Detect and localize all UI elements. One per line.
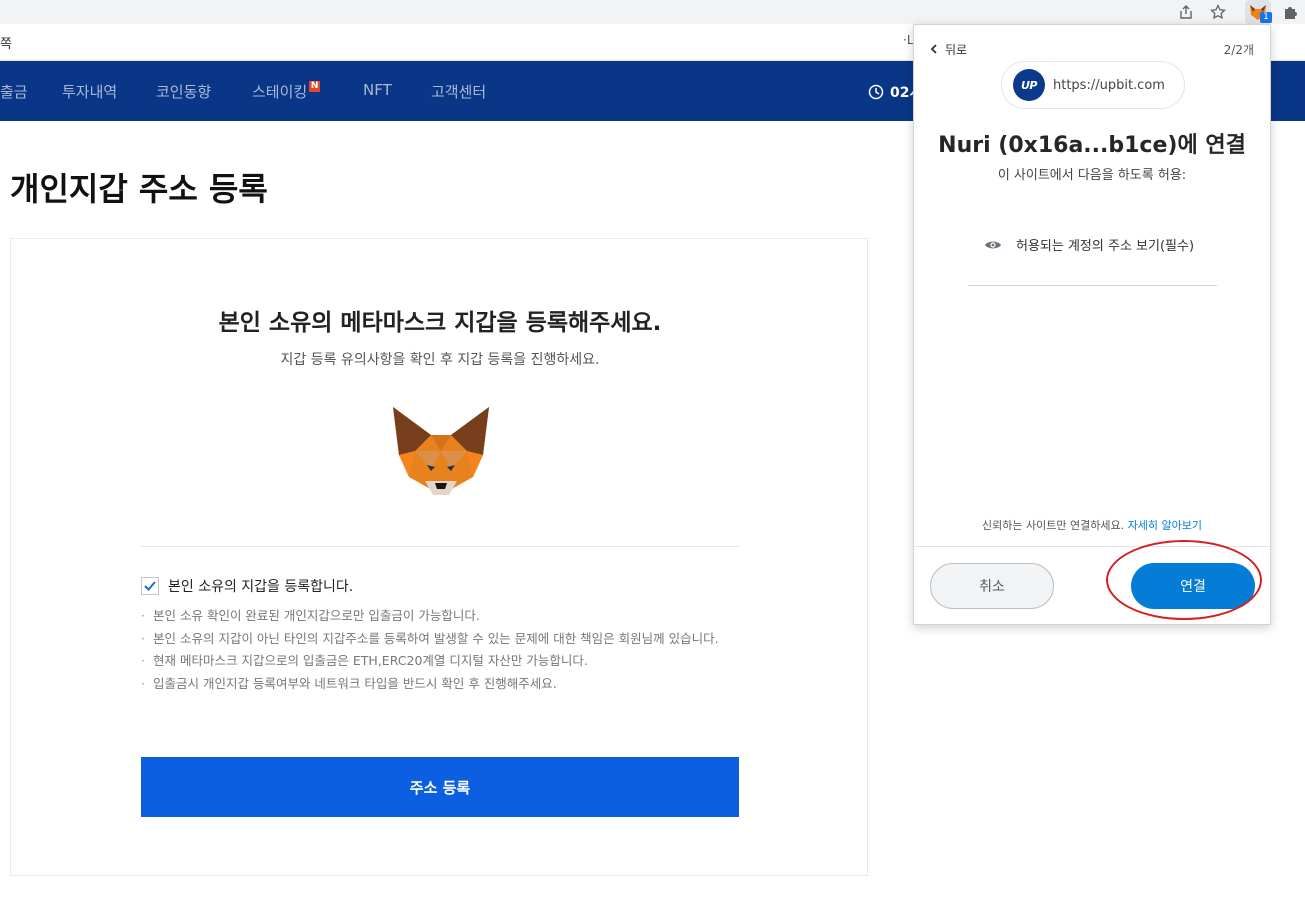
nav-item-staking[interactable]: 스테이킹 N xyxy=(252,81,321,102)
puzzle-icon[interactable] xyxy=(1280,2,1300,22)
back-label: 뒤로 xyxy=(945,43,968,57)
notice-list: 본인 소유 확인이 완료된 개인지갑으로만 입출금이 가능합니다. 본인 소유의… xyxy=(141,605,741,695)
trust-note: 신뢰하는 사이트만 연결하세요. 자세히 알아보기 xyxy=(914,517,1270,533)
checkmark-icon xyxy=(144,581,156,591)
metamask-connect-popup: 뒤로 2/2개 UP https://upbit.com Nuri (0x16a… xyxy=(913,24,1271,625)
register-address-button[interactable]: 주소 등록 xyxy=(141,757,739,817)
tab-title-fragment: 쪽 xyxy=(0,37,12,52)
page-count: 2/2개 xyxy=(1223,43,1254,57)
permission-row: 허용되는 계정의 주소 보기(필수) xyxy=(984,235,1194,254)
connect-title: Nuri (0x16a...b1ce)에 연결 xyxy=(938,133,1246,158)
nav-item-nft[interactable]: NFT xyxy=(363,81,392,99)
site-origin-pill: UP https://upbit.com xyxy=(1001,61,1185,109)
nav-item-staking-label: 스테이킹 xyxy=(252,83,308,101)
connect-subtitle: 이 사이트에서 다음을 하도록 허용: xyxy=(997,168,1187,183)
notice-item: 현재 메타마스크 지갑으로의 입출금은 ETH,ERC20계열 디지털 자산만 … xyxy=(141,650,741,673)
notice-item: 본인 소유의 지갑이 아닌 타인의 지갑주소를 등록하여 발생할 수 있는 문제… xyxy=(141,628,741,651)
eye-icon xyxy=(985,241,1001,248)
browser-toolbar: 1 xyxy=(0,0,1305,24)
card-subheading: 지갑 등록 유의사항을 확인 후 지갑 등록을 진행하세요. xyxy=(280,352,600,368)
nav-item-history[interactable]: 투자내역 xyxy=(62,81,117,102)
permission-label: 허용되는 계정의 주소 보기(필수) xyxy=(1016,239,1195,254)
new-badge: N xyxy=(309,81,321,92)
nav-item-support[interactable]: 고객센터 xyxy=(431,81,486,102)
clock-icon xyxy=(868,84,884,100)
chevron-left-icon xyxy=(930,44,937,54)
back-button[interactable]: 뒤로 xyxy=(930,41,967,58)
address-fragment: ·L xyxy=(903,33,914,47)
card-divider xyxy=(141,546,739,547)
upbit-logo: UP xyxy=(1013,69,1045,101)
nav-item-coin-trends[interactable]: 코인동향 xyxy=(156,81,211,102)
site-url: https://upbit.com xyxy=(1053,77,1165,93)
cancel-button[interactable]: 취소 xyxy=(930,563,1054,609)
share-icon[interactable] xyxy=(1176,2,1196,22)
extension-badge: 1 xyxy=(1260,12,1272,23)
card-heading: 본인 소유의 메타마스크 지갑을 등록해주세요. xyxy=(218,310,662,336)
notice-item: 입출금시 개인지갑 등록여부와 네트워크 타입을 반드시 확인 후 진행해주세요… xyxy=(141,673,741,696)
permission-divider xyxy=(968,285,1217,286)
connect-button[interactable]: 연결 xyxy=(1131,563,1255,609)
own-wallet-checkbox[interactable] xyxy=(141,577,159,595)
notice-item: 본인 소유 확인이 완료된 개인지갑으로만 입출금이 가능합니다. xyxy=(141,605,741,628)
trust-note-text: 신뢰하는 사이트만 연결하세요. xyxy=(982,519,1125,532)
wallet-register-card: 본인 소유의 메타마스크 지갑을 등록해주세요. 지갑 등록 유의사항을 확인 … xyxy=(10,238,868,876)
star-icon[interactable] xyxy=(1208,2,1228,22)
metamask-fox-logo xyxy=(393,407,489,495)
own-wallet-checkbox-row[interactable]: 본인 소유의 지갑을 등록합니다. xyxy=(141,575,353,597)
learn-more-link[interactable]: 자세히 알아보기 xyxy=(1128,519,1202,532)
own-wallet-checkbox-label[interactable]: 본인 소유의 지갑을 등록합니다. xyxy=(168,576,353,596)
footer-divider xyxy=(914,546,1270,547)
nav-item-withdraw[interactable]: 출금 xyxy=(0,81,28,102)
page-title: 개인지갑 주소 등록 xyxy=(10,170,268,208)
